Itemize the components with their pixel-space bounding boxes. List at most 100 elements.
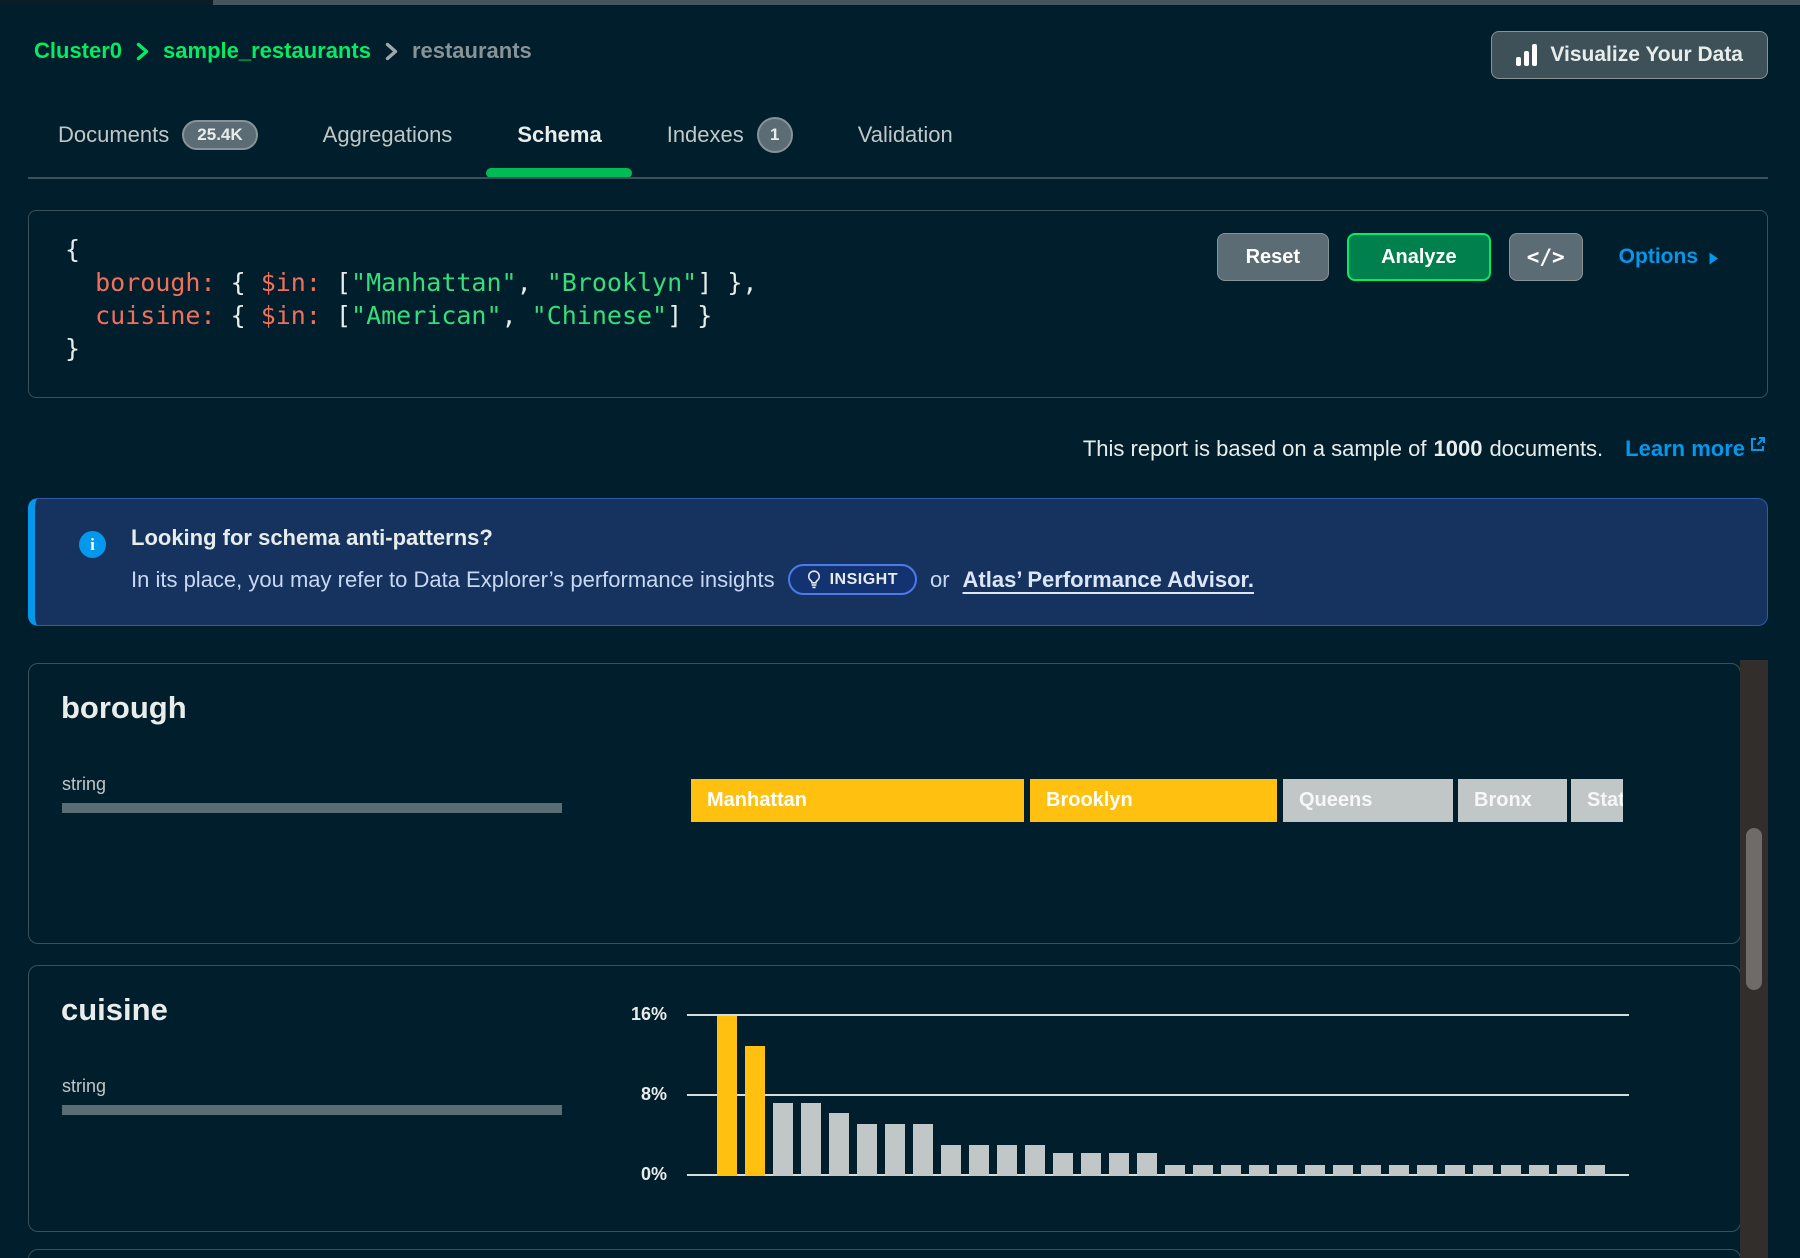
options-link[interactable]: Options <box>1619 245 1719 269</box>
cuisine-bar[interactable] <box>1277 1165 1297 1176</box>
cuisine-histogram: 16% 8% 0% <box>29 966 1740 1231</box>
breadcrumb-cluster-link[interactable]: Cluster0 <box>34 38 122 64</box>
tab-label: Validation <box>858 122 953 148</box>
tab-count-badge: 1 <box>757 117 793 153</box>
cuisine-bar[interactable] <box>1473 1165 1493 1176</box>
cuisine-bar[interactable] <box>1501 1165 1521 1176</box>
cuisine-bar[interactable] <box>1389 1165 1409 1176</box>
cuisine-bar[interactable] <box>801 1103 821 1176</box>
banner-title: Looking for schema anti-patterns? <box>131 525 1254 551</box>
cuisine-bar[interactable] <box>1333 1165 1353 1176</box>
tab-label: Aggregations <box>323 122 453 148</box>
cuisine-bar[interactable] <box>1445 1165 1465 1176</box>
query-actions: Reset Analyze </> Options <box>1217 233 1719 281</box>
banner-body: In its place, you may refer to Data Expl… <box>131 564 1254 595</box>
cuisine-bar[interactable] <box>1249 1165 1269 1176</box>
axis-tick-label: 0% <box>597 1164 667 1185</box>
cuisine-bar[interactable] <box>997 1145 1017 1176</box>
borough-bar-label: Manhattan <box>707 789 807 812</box>
sample-count: 1000 <box>1433 436 1482 462</box>
insight-badge-label: INSIGHT <box>830 571 898 589</box>
bar-chart-icon <box>1516 44 1537 66</box>
sample-note: This report is based on a sample of 1000… <box>1083 436 1766 462</box>
axis-tick-label: 8% <box>597 1084 667 1105</box>
cuisine-bar[interactable] <box>1137 1153 1157 1176</box>
cuisine-bar[interactable] <box>717 1016 737 1176</box>
cuisine-bar[interactable] <box>745 1046 765 1176</box>
insight-badge[interactable]: INSIGHT <box>788 564 917 595</box>
cuisine-bar[interactable] <box>941 1145 961 1176</box>
cuisine-bar[interactable] <box>1109 1153 1129 1176</box>
cuisine-bar[interactable] <box>1361 1165 1381 1176</box>
scrollbar-thumb[interactable] <box>1746 828 1762 990</box>
cuisine-bar[interactable] <box>1557 1165 1577 1176</box>
triangle-right-icon <box>1708 251 1719 266</box>
window-top-edge-dark <box>0 0 213 5</box>
breadcrumb: Cluster0 sample_restaurants restaurants <box>34 38 532 64</box>
tab-label: Indexes <box>667 122 744 148</box>
sample-note-suffix: documents. <box>1489 436 1603 462</box>
insight-banner: i Looking for schema anti-patterns? In i… <box>28 498 1768 626</box>
axis-tick-label: 16% <box>597 1004 667 1025</box>
borough-bar-bronx[interactable]: Bronx <box>1458 779 1567 822</box>
borough-bar-label: Staten Island <box>1587 789 1623 812</box>
query-code-line: } <box>65 332 757 365</box>
cuisine-bar[interactable] <box>1165 1165 1185 1176</box>
cuisine-bar[interactable] <box>829 1113 849 1176</box>
reset-button[interactable]: Reset <box>1217 233 1329 281</box>
tab-label: Schema <box>517 122 601 148</box>
performance-advisor-link[interactable]: Atlas’ Performance Advisor. <box>963 567 1254 593</box>
chevron-right-icon <box>385 42 398 61</box>
tabs-divider <box>28 177 1768 179</box>
borough-bar-staten-island[interactable]: Staten Island <box>1571 779 1623 822</box>
code-brackets-icon: </> <box>1527 245 1565 269</box>
cuisine-bar[interactable] <box>1221 1165 1241 1176</box>
borough-bar-queens[interactable]: Queens <box>1283 779 1453 822</box>
cuisine-bar[interactable] <box>1193 1165 1213 1176</box>
cuisine-bar[interactable] <box>1529 1165 1549 1176</box>
query-code-line: { <box>65 233 757 266</box>
query-code-line: cuisine: { $in: ["American", "Chinese"] … <box>65 299 757 332</box>
tab-aggregations[interactable]: Aggregations <box>323 122 453 148</box>
cuisine-bar[interactable] <box>1025 1145 1045 1176</box>
schema-field-card-cuisine: cuisine string 16%8%0% <box>28 965 1741 1232</box>
borough-bar-manhattan[interactable]: Manhattan <box>691 779 1024 822</box>
options-label: Options <box>1619 245 1698 269</box>
cuisine-bar[interactable] <box>1585 1165 1605 1176</box>
info-icon: i <box>79 531 106 558</box>
code-toggle-button[interactable]: </> <box>1509 233 1583 281</box>
cuisine-bar[interactable] <box>1081 1153 1101 1176</box>
cuisine-bar[interactable] <box>773 1103 793 1176</box>
breadcrumb-database-link[interactable]: sample_restaurants <box>163 38 371 64</box>
field-type[interactable]: string <box>62 774 106 795</box>
cuisine-bar[interactable] <box>1417 1165 1437 1176</box>
tab-indexes[interactable]: Indexes 1 <box>667 117 793 153</box>
tab-validation[interactable]: Validation <box>858 122 953 148</box>
cuisine-bar[interactable] <box>857 1124 877 1176</box>
cuisine-bar[interactable] <box>969 1145 989 1176</box>
cuisine-bar[interactable] <box>1305 1165 1325 1176</box>
visualize-your-data-button[interactable]: Visualize Your Data <box>1491 31 1768 79</box>
learn-more-label: Learn more <box>1625 436 1745 462</box>
analyze-button[interactable]: Analyze <box>1347 233 1491 281</box>
borough-bar-brooklyn[interactable]: Brooklyn <box>1030 779 1277 822</box>
breadcrumb-collection: restaurants <box>412 38 532 64</box>
cuisine-bar[interactable] <box>913 1124 933 1176</box>
chevron-right-icon <box>136 42 149 61</box>
scrollbar-track[interactable] <box>1740 660 1768 1258</box>
tab-label: Documents <box>58 122 169 148</box>
borough-bar-label: Bronx <box>1474 789 1532 812</box>
cuisine-bars <box>717 1016 1605 1176</box>
query-editor[interactable]: { borough: { $in: ["Manhattan", "Brookly… <box>65 233 757 365</box>
window-top-edge <box>0 0 1800 5</box>
field-name: borough <box>61 690 187 726</box>
tab-documents[interactable]: Documents25.4K <box>58 120 258 150</box>
borough-bar-label: Brooklyn <box>1046 789 1133 812</box>
visualize-label: Visualize Your Data <box>1550 43 1743 67</box>
learn-more-link[interactable]: Learn more <box>1625 436 1766 462</box>
schema-field-card-borough: borough string Manhattan Brooklyn Queens Br… <box>28 663 1741 944</box>
field-type-probability-bar <box>62 803 562 813</box>
cuisine-bar[interactable] <box>1053 1153 1073 1176</box>
cuisine-bar[interactable] <box>885 1124 905 1176</box>
tab-schema[interactable]: Schema <box>517 122 601 148</box>
